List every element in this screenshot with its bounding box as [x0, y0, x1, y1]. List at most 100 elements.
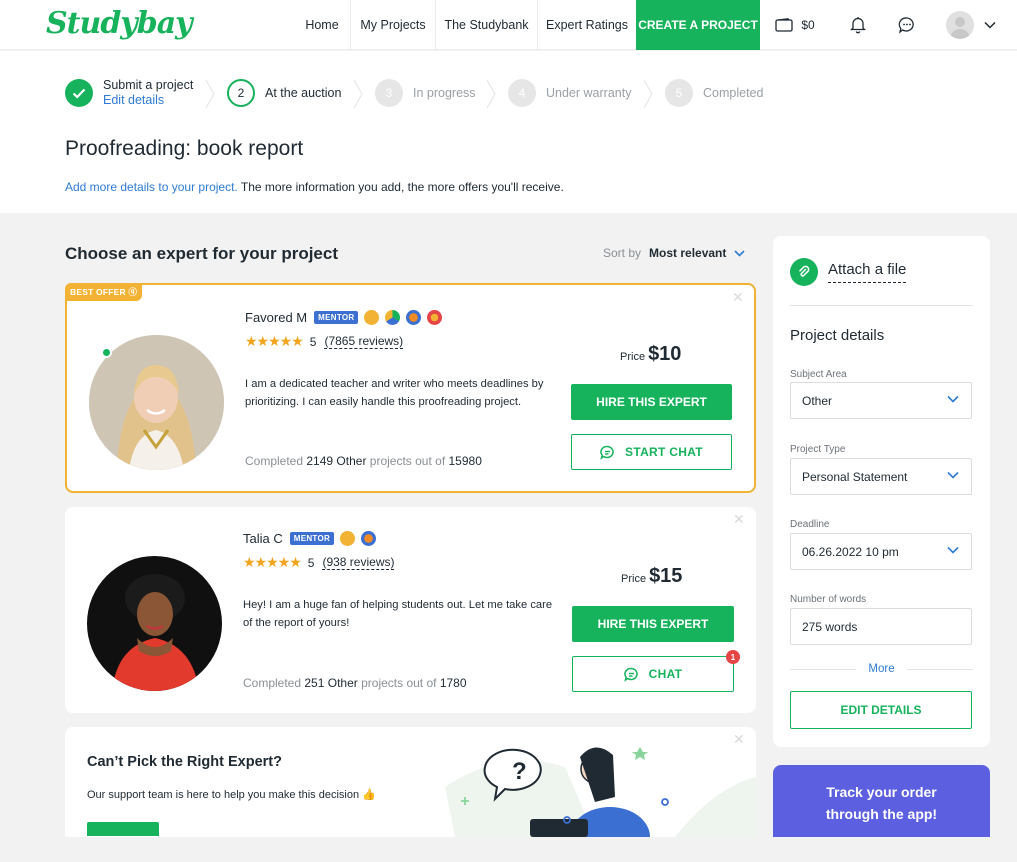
word-count-input[interactable]: 275 words	[790, 608, 972, 645]
chevron-down-icon	[947, 546, 959, 554]
step-label: In progress	[413, 85, 476, 100]
chat-bubble-icon	[898, 16, 916, 34]
hire-expert-button[interactable]: HIRE THIS EXPERT	[571, 384, 732, 420]
handshake-award-icon	[361, 531, 377, 546]
expert-name[interactable]: Talia C	[243, 531, 283, 546]
sort-dropdown[interactable]: Sort by Most relevant	[603, 246, 745, 260]
support-illustration: ?	[445, 747, 756, 837]
word-count-label: Number of words	[790, 594, 867, 605]
speed-award-icon	[385, 310, 401, 325]
mentor-badge: MENTOR	[289, 532, 335, 545]
user-menu[interactable]	[936, 0, 1006, 50]
check-icon	[65, 79, 93, 107]
star-rating-icon: ★★★★★	[245, 333, 304, 349]
project-type-label: Project Type	[790, 444, 846, 455]
expert-photo[interactable]	[87, 556, 222, 691]
question-icon: ⓠ	[128, 287, 138, 297]
start-chat-button[interactable]: START CHAT	[571, 434, 732, 470]
price-amount: $10	[648, 343, 682, 365]
mentor-badge: MENTOR	[314, 311, 359, 324]
step-submit: Submit a project Edit details	[65, 51, 193, 135]
completed-stats: Completed 251 Other projects out of 1780	[243, 676, 467, 690]
handshake-award-icon	[406, 310, 422, 325]
nav-my-projects[interactable]: My Projects	[350, 0, 435, 50]
contact-support-button[interactable]	[87, 822, 159, 836]
project-details-title: Project details	[790, 327, 885, 344]
step-number: 5	[665, 79, 693, 107]
expert-bio: Hey! I am a huge fan of helping students…	[243, 599, 553, 629]
unread-count-badge: 1	[726, 650, 740, 664]
step-label: Submit a project	[103, 78, 194, 92]
more-toggle[interactable]: More	[790, 663, 974, 675]
rating-row: ★★★★★ 5 (938 reviews)	[243, 554, 395, 571]
completed-stats: Completed 2149 Other projects out of 159…	[245, 454, 482, 468]
sort-label: Sort by	[603, 246, 642, 260]
price-amount: $15	[649, 565, 683, 587]
subject-area-select[interactable]: Other	[790, 382, 972, 419]
avatar	[946, 11, 974, 39]
balance-amount: $0	[801, 18, 815, 32]
step-separator-icon	[353, 79, 363, 109]
track-order-text: Track your order through the app!	[825, 784, 938, 822]
top-header: Studybay Home My Projects The Studybank …	[0, 0, 1017, 50]
experts-section-title: Choose an expert for your project	[65, 244, 338, 263]
step-separator-icon	[486, 79, 496, 109]
reviews-link[interactable]: (7865 reviews)	[324, 334, 404, 349]
attach-file-button[interactable]: Attach a file	[790, 258, 907, 286]
studybay-logo[interactable]: Studybay	[46, 6, 193, 41]
expert-name-row: Favored M MENTOR	[245, 310, 443, 325]
chat-button[interactable]: CHAT 1	[572, 650, 740, 692]
notifications-button[interactable]	[838, 0, 878, 50]
nav-home[interactable]: Home	[294, 0, 350, 50]
reviews-link[interactable]: (938 reviews)	[322, 555, 395, 570]
deadline-label: Deadline	[790, 519, 830, 530]
chevron-down-icon	[947, 471, 959, 479]
verified-icon	[364, 310, 380, 325]
step-in-progress: 3 In progress	[375, 51, 476, 135]
close-icon[interactable]: ✕	[732, 289, 744, 306]
project-hint: Add more details to your project. The mo…	[65, 180, 564, 194]
project-type-select[interactable]: Personal Statement	[790, 458, 972, 495]
step-number: 3	[375, 79, 403, 107]
svg-text:?: ?	[512, 758, 527, 785]
subject-area-label: Subject Area	[790, 369, 847, 380]
add-details-link[interactable]: Add more details to your project.	[65, 180, 238, 194]
nav-studybank[interactable]: The Studybank	[435, 0, 537, 50]
support-title: Can’t Pick the Right Expert?	[87, 754, 282, 770]
wallet-balance[interactable]: $0	[760, 0, 830, 50]
step-number: 2	[227, 79, 255, 107]
paperclip-icon	[790, 258, 818, 286]
track-order-banner[interactable]: Track your order through the app!	[773, 765, 990, 837]
chevron-down-icon	[984, 21, 996, 29]
nav-expert-ratings[interactable]: Expert Ratings	[537, 0, 636, 50]
step-label: Under warranty	[546, 85, 632, 100]
page-title: Proofreading: book report	[65, 137, 304, 160]
attach-file-label: Attach a file	[828, 261, 907, 283]
hire-expert-button[interactable]: HIRE THIS EXPERT	[572, 606, 734, 642]
chevron-down-icon	[734, 249, 745, 257]
rating-value: 5	[307, 555, 315, 570]
price: Price $10	[620, 343, 681, 366]
chat-icon	[623, 667, 638, 682]
project-sidebar: Attach a file Project details Subject Ar…	[773, 236, 990, 747]
expert-card: ✕ Talia C MENTOR ★★★★★ 5 (938 reviews) H…	[65, 507, 756, 713]
step-label: Completed	[703, 85, 764, 100]
bell-icon	[850, 16, 866, 34]
close-icon[interactable]: ✕	[733, 511, 745, 528]
edit-details-button[interactable]: EDIT DETAILS	[790, 691, 972, 729]
chevron-down-icon	[947, 395, 959, 403]
step-label: At the auction	[265, 85, 342, 100]
step-auction: 2 At the auction	[227, 51, 341, 135]
messages-button[interactable]	[887, 0, 927, 50]
expert-name[interactable]: Favored M	[245, 310, 307, 325]
sort-value: Most relevant	[649, 246, 727, 260]
create-project-button[interactable]: CREATE A PROJECT	[636, 0, 760, 50]
expert-bio: I am a dedicated teacher and writer who …	[245, 378, 544, 408]
expert-card: BEST OFFER ⓠ ✕ Favored M MENTOR ★★★★★ 5 …	[65, 283, 756, 493]
edit-details-link[interactable]: Edit details	[103, 93, 193, 108]
deadline-select[interactable]: 06.26.2022 10 pm	[790, 533, 972, 570]
price-label: Price	[621, 573, 647, 585]
expert-name-row: Talia C MENTOR	[243, 531, 377, 546]
chat-label: START CHAT	[625, 445, 703, 459]
chat-label: CHAT	[648, 667, 683, 681]
